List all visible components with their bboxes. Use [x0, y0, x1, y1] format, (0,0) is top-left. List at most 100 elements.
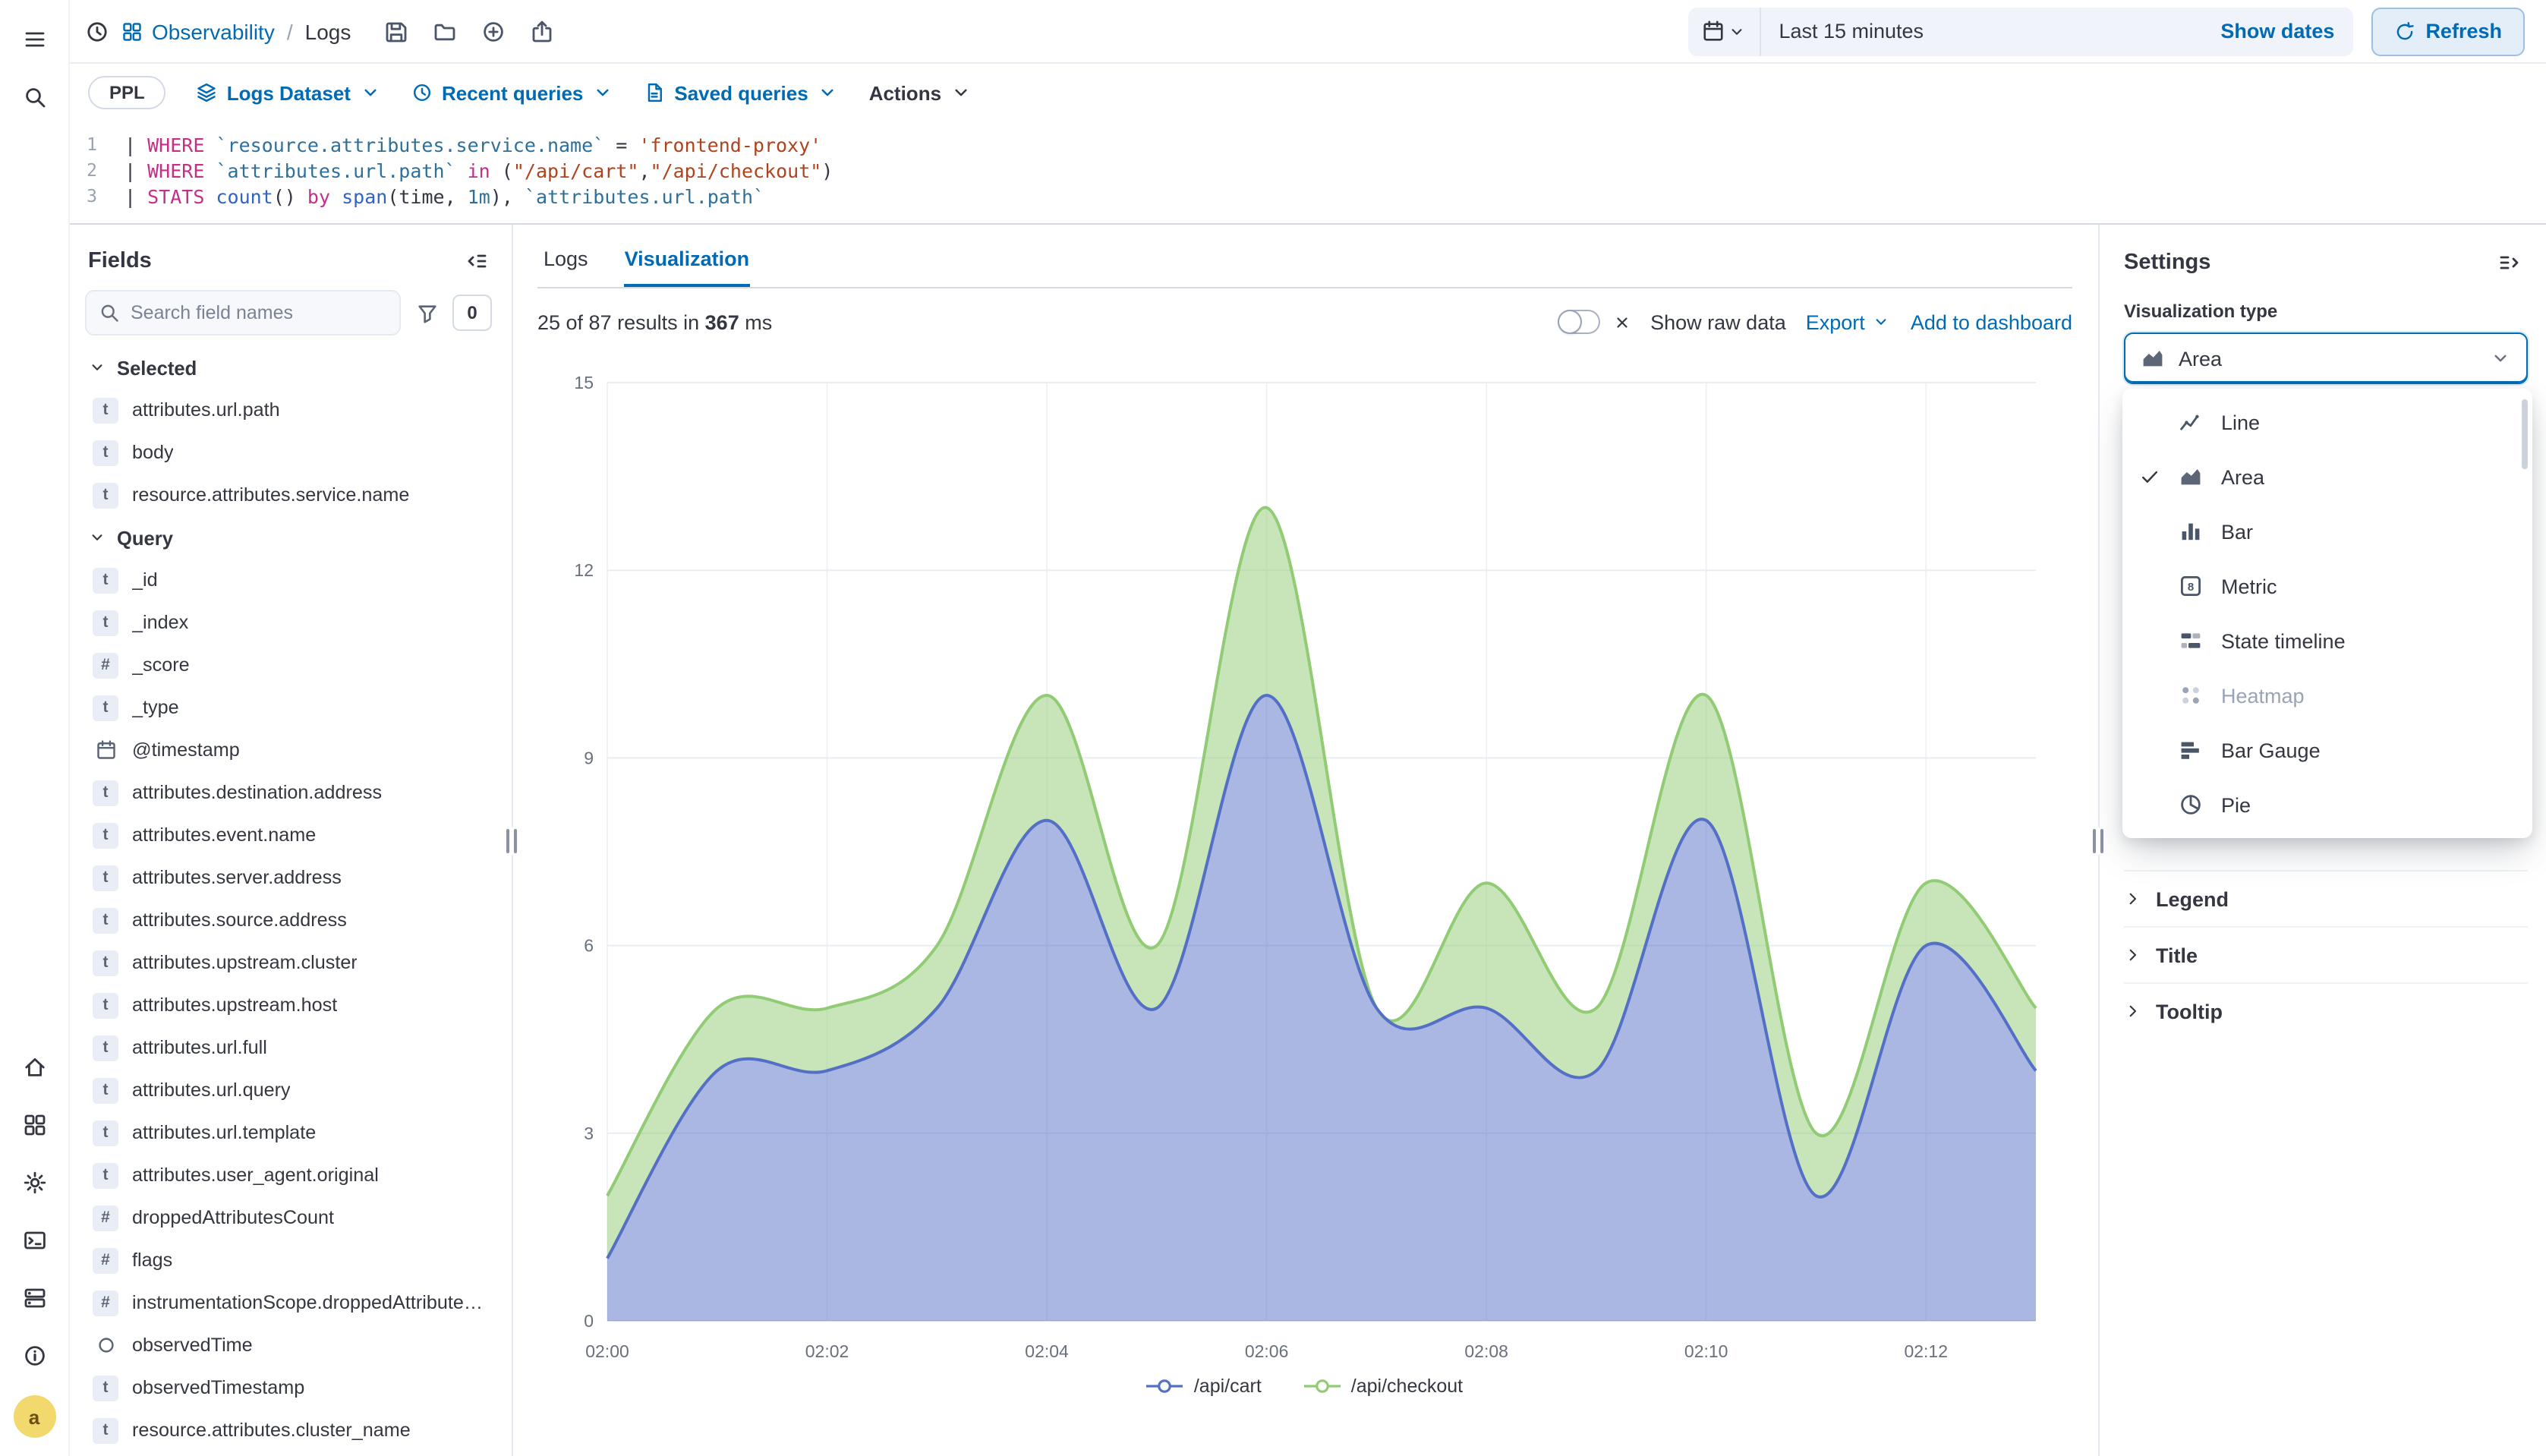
field-name: observedTimestamp: [132, 1377, 304, 1398]
show-dates-button[interactable]: Show dates: [2202, 20, 2352, 43]
accordion-tooltip[interactable]: Tooltip: [2124, 982, 2528, 1038]
viz-type-option-metric[interactable]: 8Metric: [2122, 559, 2532, 613]
field-item[interactable]: observedTime: [70, 1324, 507, 1366]
field-item[interactable]: tresource.attributes.cluster_name: [70, 1409, 507, 1451]
legend-item-api-cart[interactable]: /api/cart: [1147, 1376, 1262, 1397]
query-editor-line[interactable]: 3| STATS count() by span(time, 1m), `att…: [70, 184, 2546, 210]
selected-visualization-type: Area: [2179, 347, 2476, 370]
field-section-header-selected[interactable]: Selected: [70, 346, 507, 389]
share-icon[interactable]: [521, 10, 563, 52]
collapse-settings-icon[interactable]: [2491, 244, 2528, 281]
viz-type-option-bar[interactable]: Bar: [2122, 504, 2532, 559]
string-type-icon: t: [93, 397, 118, 423]
panel-resizer-right[interactable]: [2094, 225, 2103, 1456]
new-item-icon[interactable]: [472, 10, 515, 52]
viz-type-option-pie[interactable]: Pie: [2122, 777, 2532, 832]
field-name: attributes.url.template: [132, 1122, 316, 1143]
tab-visualization[interactable]: Visualization: [625, 234, 750, 287]
query-editor-line[interactable]: 2| WHERE `attributes.url.path` in ("/api…: [70, 158, 2546, 184]
field-item[interactable]: tattributes.upstream.cluster: [70, 941, 507, 984]
actions-menu-button[interactable]: Actions: [869, 81, 972, 104]
svg-text:02:08: 02:08: [1464, 1341, 1508, 1361]
viz-type-option-area[interactable]: Area: [2122, 449, 2532, 504]
field-section-header-query[interactable]: Query: [70, 516, 507, 559]
filter-count-badge[interactable]: 0: [452, 295, 492, 331]
saved-queries-button[interactable]: Saved queries: [644, 81, 838, 104]
field-item[interactable]: tattributes.server.address: [70, 856, 507, 899]
field-item[interactable]: t attributes.url.template: [70, 1111, 507, 1154]
show-raw-data-toggle[interactable]: [1558, 310, 1600, 334]
history-icon[interactable]: [85, 19, 109, 43]
results-controls: Show raw data Export Add to dashboard: [1558, 310, 2072, 334]
apps-icon[interactable]: [13, 1104, 55, 1146]
add-to-dashboard-button[interactable]: Add to dashboard: [1911, 310, 2072, 333]
viz-type-option-label: Line: [2221, 411, 2260, 433]
breadcrumb-app-link[interactable]: Observability: [121, 19, 275, 43]
console-icon[interactable]: [13, 1219, 55, 1262]
filter-icon[interactable]: [410, 296, 443, 329]
field-item[interactable]: #instrumentationScope.droppedAttributesC…: [70, 1281, 507, 1324]
data-admin-icon[interactable]: [13, 1277, 55, 1319]
viz-type-option-state-timeline[interactable]: State timeline: [2122, 613, 2532, 668]
field-item[interactable]: t_type: [70, 686, 507, 729]
field-item[interactable]: tattributes.event.name: [70, 814, 507, 856]
field-item[interactable]: @timestamp: [70, 729, 507, 771]
field-item[interactable]: t observedTimestamp: [70, 1366, 507, 1409]
viz-type-option-bar-gauge[interactable]: Bar Gauge: [2122, 723, 2532, 777]
legend-item-api-checkout[interactable]: /api/checkout: [1304, 1376, 1463, 1397]
user-avatar[interactable]: a: [13, 1395, 55, 1438]
field-item[interactable]: #droppedAttributesCount: [70, 1196, 507, 1239]
quick-select-button[interactable]: [1687, 7, 1760, 55]
field-item[interactable]: tattributes.url.path: [70, 389, 507, 431]
visualization-type-select[interactable]: Area: [2124, 332, 2528, 384]
info-icon[interactable]: [13, 1335, 55, 1377]
field-item[interactable]: tattributes.user_agent.original: [70, 1154, 507, 1196]
field-search-input[interactable]: [131, 302, 387, 323]
viz-type-option-line[interactable]: Line: [2122, 395, 2532, 449]
field-item[interactable]: tbody: [70, 431, 507, 474]
field-item[interactable]: t_id: [70, 559, 507, 601]
tab-logs[interactable]: Logs: [544, 234, 588, 287]
app-body: Observability / Logs Last 15 minutes: [70, 0, 2546, 1456]
panel-resizer-left[interactable]: [507, 225, 516, 1456]
menu-icon[interactable]: [13, 18, 55, 61]
field-item[interactable]: #_score: [70, 644, 507, 686]
field-item[interactable]: tattributes.destination.address: [70, 771, 507, 814]
time-range-value[interactable]: Last 15 minutes: [1760, 20, 2202, 43]
search-icon[interactable]: [13, 76, 55, 118]
date-type-icon: [93, 737, 118, 763]
query-editor[interactable]: 1| WHERE `resource.attributes.service.na…: [70, 121, 2546, 225]
field-item[interactable]: tresource.attributes.host.name: [70, 1451, 507, 1456]
field-item[interactable]: tattributes.upstream.host: [70, 984, 507, 1026]
field-item[interactable]: tattributes.source.address: [70, 899, 507, 941]
field-item[interactable]: tresource.attributes.service.name: [70, 474, 507, 516]
dataset-selector[interactable]: Logs Dataset: [197, 81, 381, 104]
svg-text:8: 8: [2188, 581, 2194, 594]
gear-icon[interactable]: [13, 1161, 55, 1204]
svg-text:02:10: 02:10: [1684, 1341, 1728, 1361]
string-type-icon: t: [93, 1375, 118, 1401]
open-folder-icon[interactable]: [424, 10, 466, 52]
accordion-legend[interactable]: Legend: [2124, 870, 2528, 926]
collapse-fields-icon[interactable]: [465, 249, 489, 273]
save-icon[interactable]: [375, 10, 418, 52]
field-item[interactable]: tattributes.url.full: [70, 1026, 507, 1069]
home-icon[interactable]: [13, 1046, 55, 1089]
area-chart[interactable]: 0369121502:0002:0202:0402:0602:0802:1002…: [537, 355, 2072, 1372]
refresh-button[interactable]: Refresh: [2371, 7, 2525, 55]
field-item[interactable]: tattributes.url.query: [70, 1069, 507, 1111]
accordion-title[interactable]: Title: [2124, 926, 2528, 982]
svg-text:02:12: 02:12: [1904, 1341, 1948, 1361]
field-name: attributes.server.address: [132, 867, 342, 888]
document-icon: [644, 82, 665, 103]
string-type-icon: t: [93, 1120, 118, 1146]
field-item[interactable]: t_index: [70, 601, 507, 644]
query-editor-line[interactable]: 1| WHERE `resource.attributes.service.na…: [70, 132, 2546, 158]
chevron-down-icon: [1873, 313, 1891, 331]
recent-queries-button[interactable]: Recent queries: [411, 81, 613, 104]
dropdown-scrollbar[interactable]: [2522, 399, 2528, 469]
field-item[interactable]: #flags: [70, 1239, 507, 1281]
query-language-badge[interactable]: PPL: [88, 76, 166, 109]
export-button[interactable]: Export: [1806, 310, 1891, 333]
legend-label: /api/checkout: [1351, 1376, 1463, 1397]
